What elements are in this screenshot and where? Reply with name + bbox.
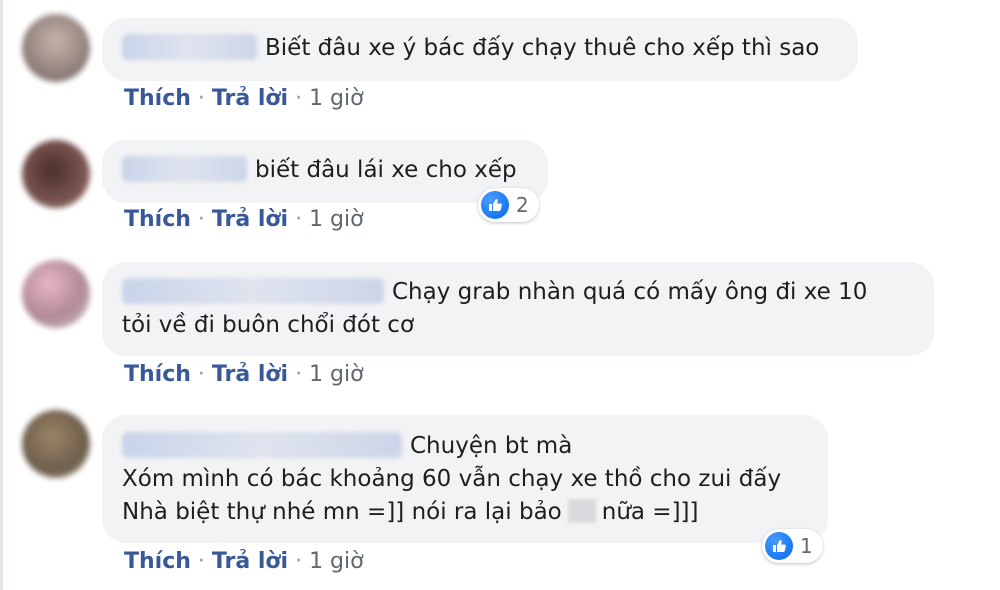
like-link[interactable]: Thích [124, 86, 191, 111]
blurred-author-name[interactable] [122, 34, 257, 60]
thread-left-rule [0, 0, 3, 590]
separator: · [197, 86, 205, 111]
comment-bubble: Chuyện bt mà Xóm mình có bác khoảng 60 v… [102, 415, 828, 543]
blurred-author-name[interactable] [122, 278, 384, 304]
comment-bubble: Chạy grab nhàn quá có mấy ông đi xe 10 t… [102, 262, 934, 356]
timestamp[interactable]: 1 giờ [309, 207, 364, 232]
separator: · [295, 362, 303, 387]
avatar[interactable] [22, 14, 90, 82]
blurred-author-name[interactable] [122, 432, 402, 458]
comment-text-line: Nhà biệt thự nhé mn =]] nói ra lại bảo nữ… [122, 496, 808, 529]
separator: · [295, 549, 303, 574]
comment-text: nữa =]]] [601, 499, 699, 525]
reaction-count-value: 2 [516, 193, 529, 217]
avatar[interactable] [22, 260, 90, 328]
separator: · [295, 207, 303, 232]
timestamp[interactable]: 1 giờ [309, 362, 364, 387]
reply-link[interactable]: Trả lời [212, 207, 288, 232]
comment-actions: Thích · Trả lời · 1 giờ [124, 206, 364, 234]
comment-text: biết đâu lái xe cho xếp [255, 157, 517, 183]
censored-word-blur [567, 499, 596, 523]
like-link[interactable]: Thích [124, 549, 191, 574]
comment-actions: Thích · Trả lời · 1 giờ [124, 548, 364, 576]
timestamp[interactable]: 1 giờ [309, 86, 364, 111]
separator: · [295, 86, 303, 111]
comment-bubble: Biết đâu xe ý bác đấy chạy thuê cho xếp … [102, 18, 858, 81]
thumbs-up-icon [481, 191, 509, 219]
blurred-author-name[interactable] [122, 156, 247, 182]
comment-text: Biết đâu xe ý bác đấy chạy thuê cho xếp … [265, 35, 820, 61]
reaction-count-value: 1 [800, 534, 813, 558]
avatar[interactable] [22, 140, 90, 208]
separator: · [197, 362, 205, 387]
avatar[interactable] [22, 410, 90, 478]
comment-text: Nhà biệt thự nhé mn =]] nói ra lại bảo [122, 499, 562, 525]
comment-text: tỏi về đi buôn chổi đót cơ [122, 312, 415, 338]
reply-link[interactable]: Trả lời [212, 86, 288, 111]
comment-actions: Thích · Trả lời · 1 giờ [124, 361, 364, 389]
reaction-count[interactable]: 2 [478, 188, 539, 222]
reply-link[interactable]: Trả lời [212, 362, 288, 387]
reply-link[interactable]: Trả lời [212, 549, 288, 574]
thumbs-up-icon [765, 532, 793, 560]
like-link[interactable]: Thích [124, 362, 191, 387]
comment-actions: Thích · Trả lời · 1 giờ [124, 85, 364, 113]
separator: · [197, 549, 205, 574]
comment-text: Xóm mình có bác khoảng 60 vẫn chạy xe th… [122, 466, 782, 492]
comment-text: Chuyện bt mà [410, 433, 573, 459]
timestamp[interactable]: 1 giờ [309, 549, 364, 574]
like-link[interactable]: Thích [124, 207, 191, 232]
separator: · [197, 207, 205, 232]
reaction-count[interactable]: 1 [762, 529, 823, 563]
comment-text: Chạy grab nhàn quá có mấy ông đi xe 10 [392, 279, 868, 305]
